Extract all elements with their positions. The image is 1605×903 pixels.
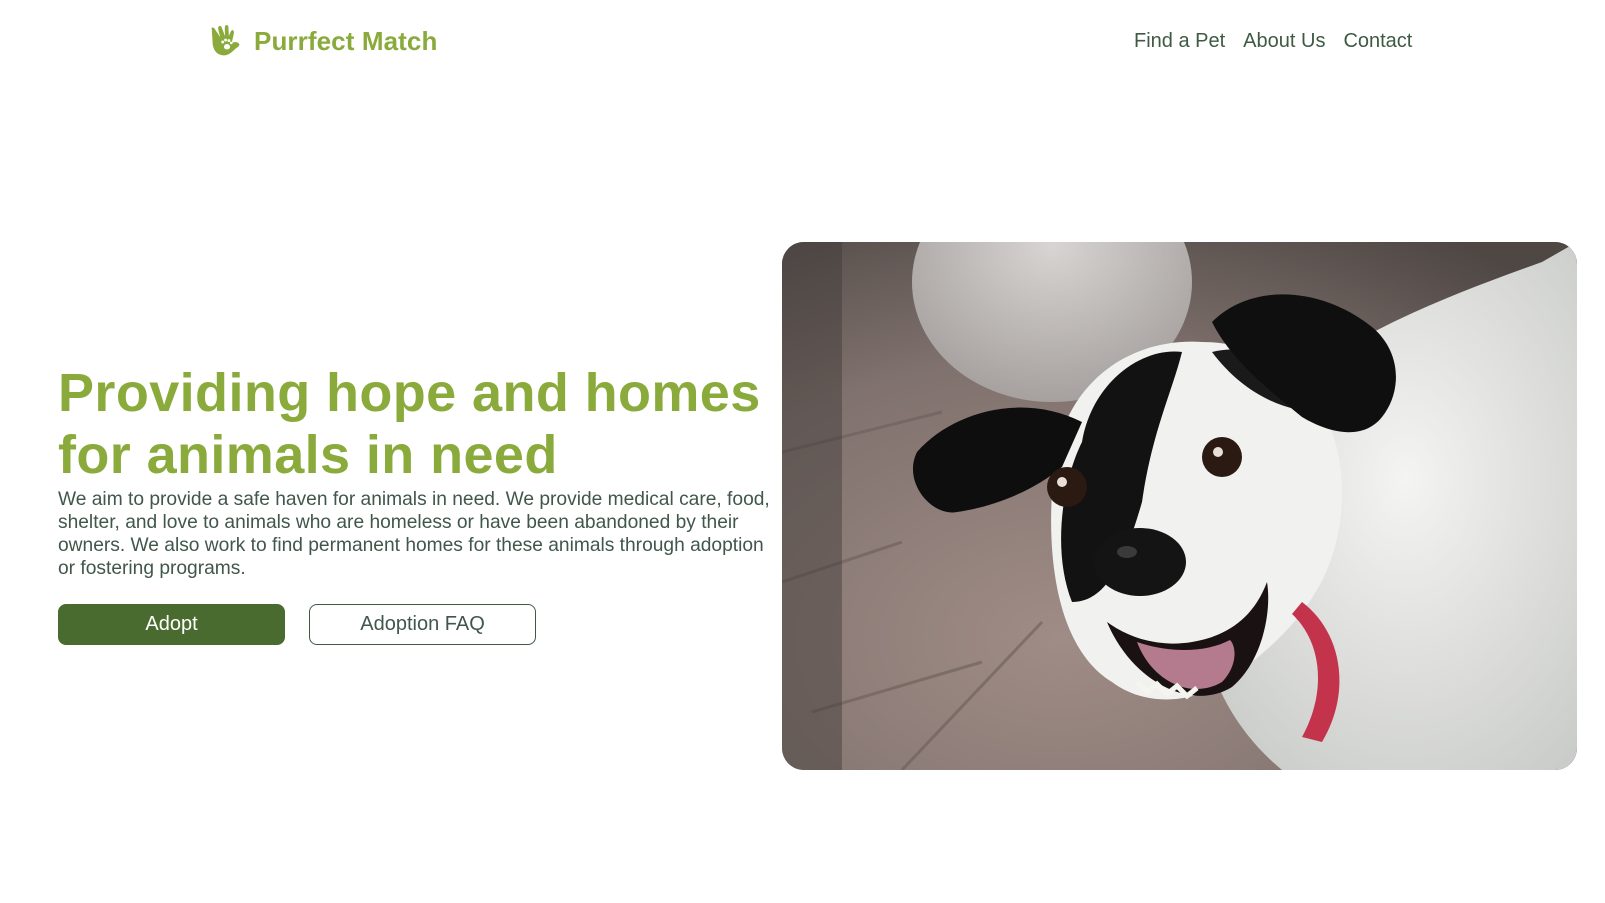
hand-paw-icon: [208, 22, 246, 60]
nav-about-us[interactable]: About Us: [1243, 30, 1325, 53]
dog-photo: [782, 242, 1577, 770]
brand-logo-link[interactable]: Purrfect Match: [208, 22, 437, 60]
hero-description: We aim to provide a safe haven for anima…: [58, 489, 770, 579]
hero-section: Providing hope and homes for animals in …: [58, 362, 778, 580]
nav-find-a-pet[interactable]: Find a Pet: [1134, 30, 1225, 53]
site-header: Purrfect Match Find a Pet About Us Conta…: [0, 0, 1605, 84]
hero-buttons: Adopt Adoption FAQ: [58, 604, 536, 645]
adopt-button[interactable]: Adopt: [58, 604, 285, 645]
page: Purrfect Match Find a Pet About Us Conta…: [0, 0, 1605, 903]
main-nav: Find a Pet About Us Contact: [1134, 30, 1412, 53]
adoption-faq-button[interactable]: Adoption FAQ: [309, 604, 536, 645]
brand-name: Purrfect Match: [254, 25, 438, 56]
nav-contact[interactable]: Contact: [1343, 30, 1412, 53]
hero-title: Providing hope and homes for animals in …: [58, 363, 761, 485]
